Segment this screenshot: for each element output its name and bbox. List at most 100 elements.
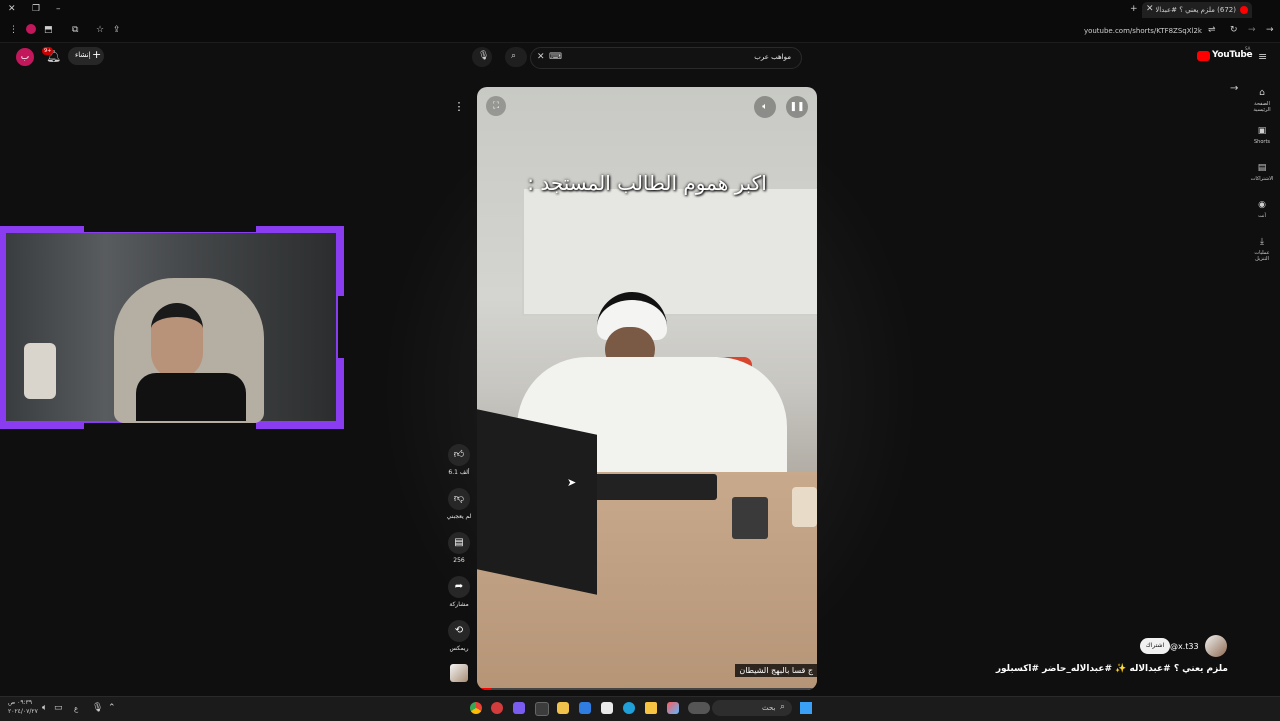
clear-search-icon[interactable]: ✕: [537, 53, 545, 62]
app-icon-purple[interactable]: [513, 702, 525, 714]
edge-icon[interactable]: [623, 702, 635, 714]
search-icon: ⌕: [511, 51, 517, 61]
tab-title: (672) ملزم يعني ؟ #عبدالاله ✨: [1156, 6, 1236, 14]
search-button[interactable]: ⌕: [505, 47, 527, 67]
tab-youtube[interactable]: ✕ (672) ملزم يعني ؟ #عبدالاله ✨: [1142, 2, 1252, 18]
browser-tab-bar: ✕ ❐ – + ✕ (672) ملزم يعني ؟ #عبدالاله ✨: [0, 0, 1280, 20]
pause-button[interactable]: ❚❚: [786, 96, 808, 118]
share-arrow-icon: ➦: [454, 581, 464, 592]
fullscreen-icon: ⛶: [492, 101, 500, 111]
share-button[interactable]: ➦: [448, 576, 470, 598]
app-icon-light[interactable]: [601, 702, 613, 714]
url-text[interactable]: youtube.com/shorts/KTF8ZSqXl2k: [1040, 27, 1202, 35]
app-icon-dark[interactable]: [535, 702, 549, 716]
subscriptions-icon: ▤: [1257, 163, 1267, 173]
sidebar-item-shorts[interactable]: ▣ Shorts: [1250, 118, 1274, 146]
sound-thumbnail[interactable]: [450, 664, 468, 682]
background-object: [24, 343, 56, 399]
like-button[interactable]: 👍︎: [448, 444, 470, 466]
remix-button[interactable]: ⟲: [448, 620, 470, 642]
microphone-tray-icon[interactable]: 🎙︎: [92, 704, 103, 713]
remix-label: ريمكس: [449, 645, 469, 652]
comment-icon: ▤: [454, 537, 464, 548]
youtube-play-logo-icon: [1197, 51, 1210, 61]
new-tab-icon[interactable]: +: [1130, 5, 1138, 14]
chrome-icon[interactable]: [470, 702, 482, 714]
keyboard-icon[interactable]: ⌨: [549, 53, 562, 62]
speaker-icon[interactable]: 🔈︎: [42, 704, 47, 713]
network-icon[interactable]: ▭: [54, 704, 63, 713]
share-page-icon[interactable]: ⇪: [113, 26, 121, 35]
forward-icon[interactable]: →: [1248, 26, 1256, 35]
sidebar-item-label: الاشتراكات: [1250, 176, 1274, 182]
search-input[interactable]: ✕ ⌨ مواهب عرب: [530, 47, 802, 69]
sidebar-item-downloads[interactable]: ⤓ عمليات التنزيل: [1250, 229, 1274, 263]
extension-icon[interactable]: ⬒: [44, 26, 53, 35]
extensions-puzzle-icon[interactable]: ⧉: [72, 26, 78, 35]
shorts-video-player[interactable]: اكبر هموم الطالب المستجد : ج قسا بالبهج …: [477, 87, 817, 690]
channel-handle[interactable]: @x.t33: [1170, 642, 1199, 651]
progress-fill: [477, 688, 491, 690]
remix-icon: ⟲: [454, 625, 464, 636]
share-label: مشاركة: [449, 601, 469, 608]
video-more-button[interactable]: ⋮: [448, 96, 470, 118]
microphone-icon: 🎙︎: [478, 51, 490, 61]
shorts-icon: ▣: [1257, 126, 1267, 136]
youtube-region: SA: [1245, 46, 1251, 51]
browser-address-bar: ⋮ ⬒ ⧉ ☆ ⇪ youtube.com/shorts/KTF8ZSqXl2k…: [0, 20, 1280, 43]
restore-window-icon[interactable]: ❐: [32, 5, 40, 14]
close-window-icon[interactable]: ✕: [8, 5, 16, 14]
windows-taskbar: ٠٩:٣٩ ص ٢٠٢٤/٠٧/٢٧ 🔈︎ ▭ ع 🎙︎ ⌃ بحث ⌕: [0, 696, 1280, 721]
taskbar-search[interactable]: بحث ⌕: [712, 700, 792, 716]
dislike-label: لم يعجبني: [446, 513, 472, 520]
tab-close-icon[interactable]: ✕: [1146, 5, 1154, 14]
store-icon[interactable]: [579, 702, 591, 714]
windows-start-icon[interactable]: [800, 702, 812, 714]
subscribe-button[interactable]: اشتراك: [1140, 638, 1170, 654]
fullscreen-button[interactable]: ⛶: [486, 96, 506, 116]
widgets-icon[interactable]: [688, 702, 710, 714]
streamer-shirt: [136, 373, 246, 421]
sidebar-item-label: الصفحة الرئيسية: [1253, 101, 1271, 113]
sidebar-item-home[interactable]: ⌂ الصفحة الرئيسية: [1250, 80, 1274, 114]
taskbar-time: ٠٩:٣٩ ص: [8, 699, 33, 706]
volume-button[interactable]: 🔈︎: [754, 96, 776, 118]
sidebar-item-you[interactable]: ◉ أنت: [1250, 192, 1274, 220]
webcam-feed: [6, 233, 336, 423]
comments-count: 256: [453, 557, 465, 564]
account-avatar[interactable]: ب: [16, 48, 34, 66]
dislike-button[interactable]: 👎︎: [448, 488, 470, 510]
sidebar-item-subscriptions[interactable]: ▤ الاشتراكات: [1250, 155, 1274, 183]
whiteboard: [522, 187, 817, 316]
youtube-logo-text: YouTube: [1212, 50, 1253, 60]
chevron-up-icon[interactable]: ⌃: [108, 704, 116, 713]
more-menu-icon[interactable]: ⋮: [9, 26, 18, 35]
site-settings-icon[interactable]: ⇌: [1208, 26, 1216, 35]
create-button[interactable]: إنشاء +: [68, 47, 104, 65]
plus-icon: +: [92, 48, 102, 61]
channel-avatar[interactable]: [1205, 635, 1227, 657]
home-icon: ⌂: [1259, 88, 1265, 98]
comments-button[interactable]: ▤: [448, 532, 470, 554]
language-indicator[interactable]: ع: [74, 705, 78, 713]
file-explorer-icon[interactable]: [645, 702, 657, 714]
app-icon-red[interactable]: [491, 702, 503, 714]
avatar-letter: ب: [20, 52, 30, 62]
notifications-badge: 9+: [42, 47, 54, 55]
voice-search-button[interactable]: 🎙︎: [472, 47, 492, 67]
streamer-face: [151, 303, 203, 379]
reload-icon[interactable]: ↻: [1230, 26, 1238, 35]
next-arrow-icon[interactable]: →: [1230, 84, 1238, 94]
progress-track[interactable]: [477, 688, 817, 690]
minimize-window-icon[interactable]: –: [56, 5, 61, 14]
video-overlay-text: اكبر هموم الطالب المستجد :: [527, 171, 767, 195]
phone: [732, 497, 768, 539]
bookmark-star-icon[interactable]: ☆: [96, 26, 104, 35]
back-icon[interactable]: →: [1266, 26, 1274, 35]
video-description: ملزم يعني ؟ #عبدالاله ✨ #عبدالاله_حاضر #…: [995, 664, 1228, 674]
guide-menu-icon[interactable]: ≡: [1258, 51, 1267, 62]
monitor: [477, 409, 597, 595]
profile-icon[interactable]: [26, 24, 36, 34]
copilot-icon[interactable]: [667, 702, 679, 714]
notes-icon[interactable]: [557, 702, 569, 714]
